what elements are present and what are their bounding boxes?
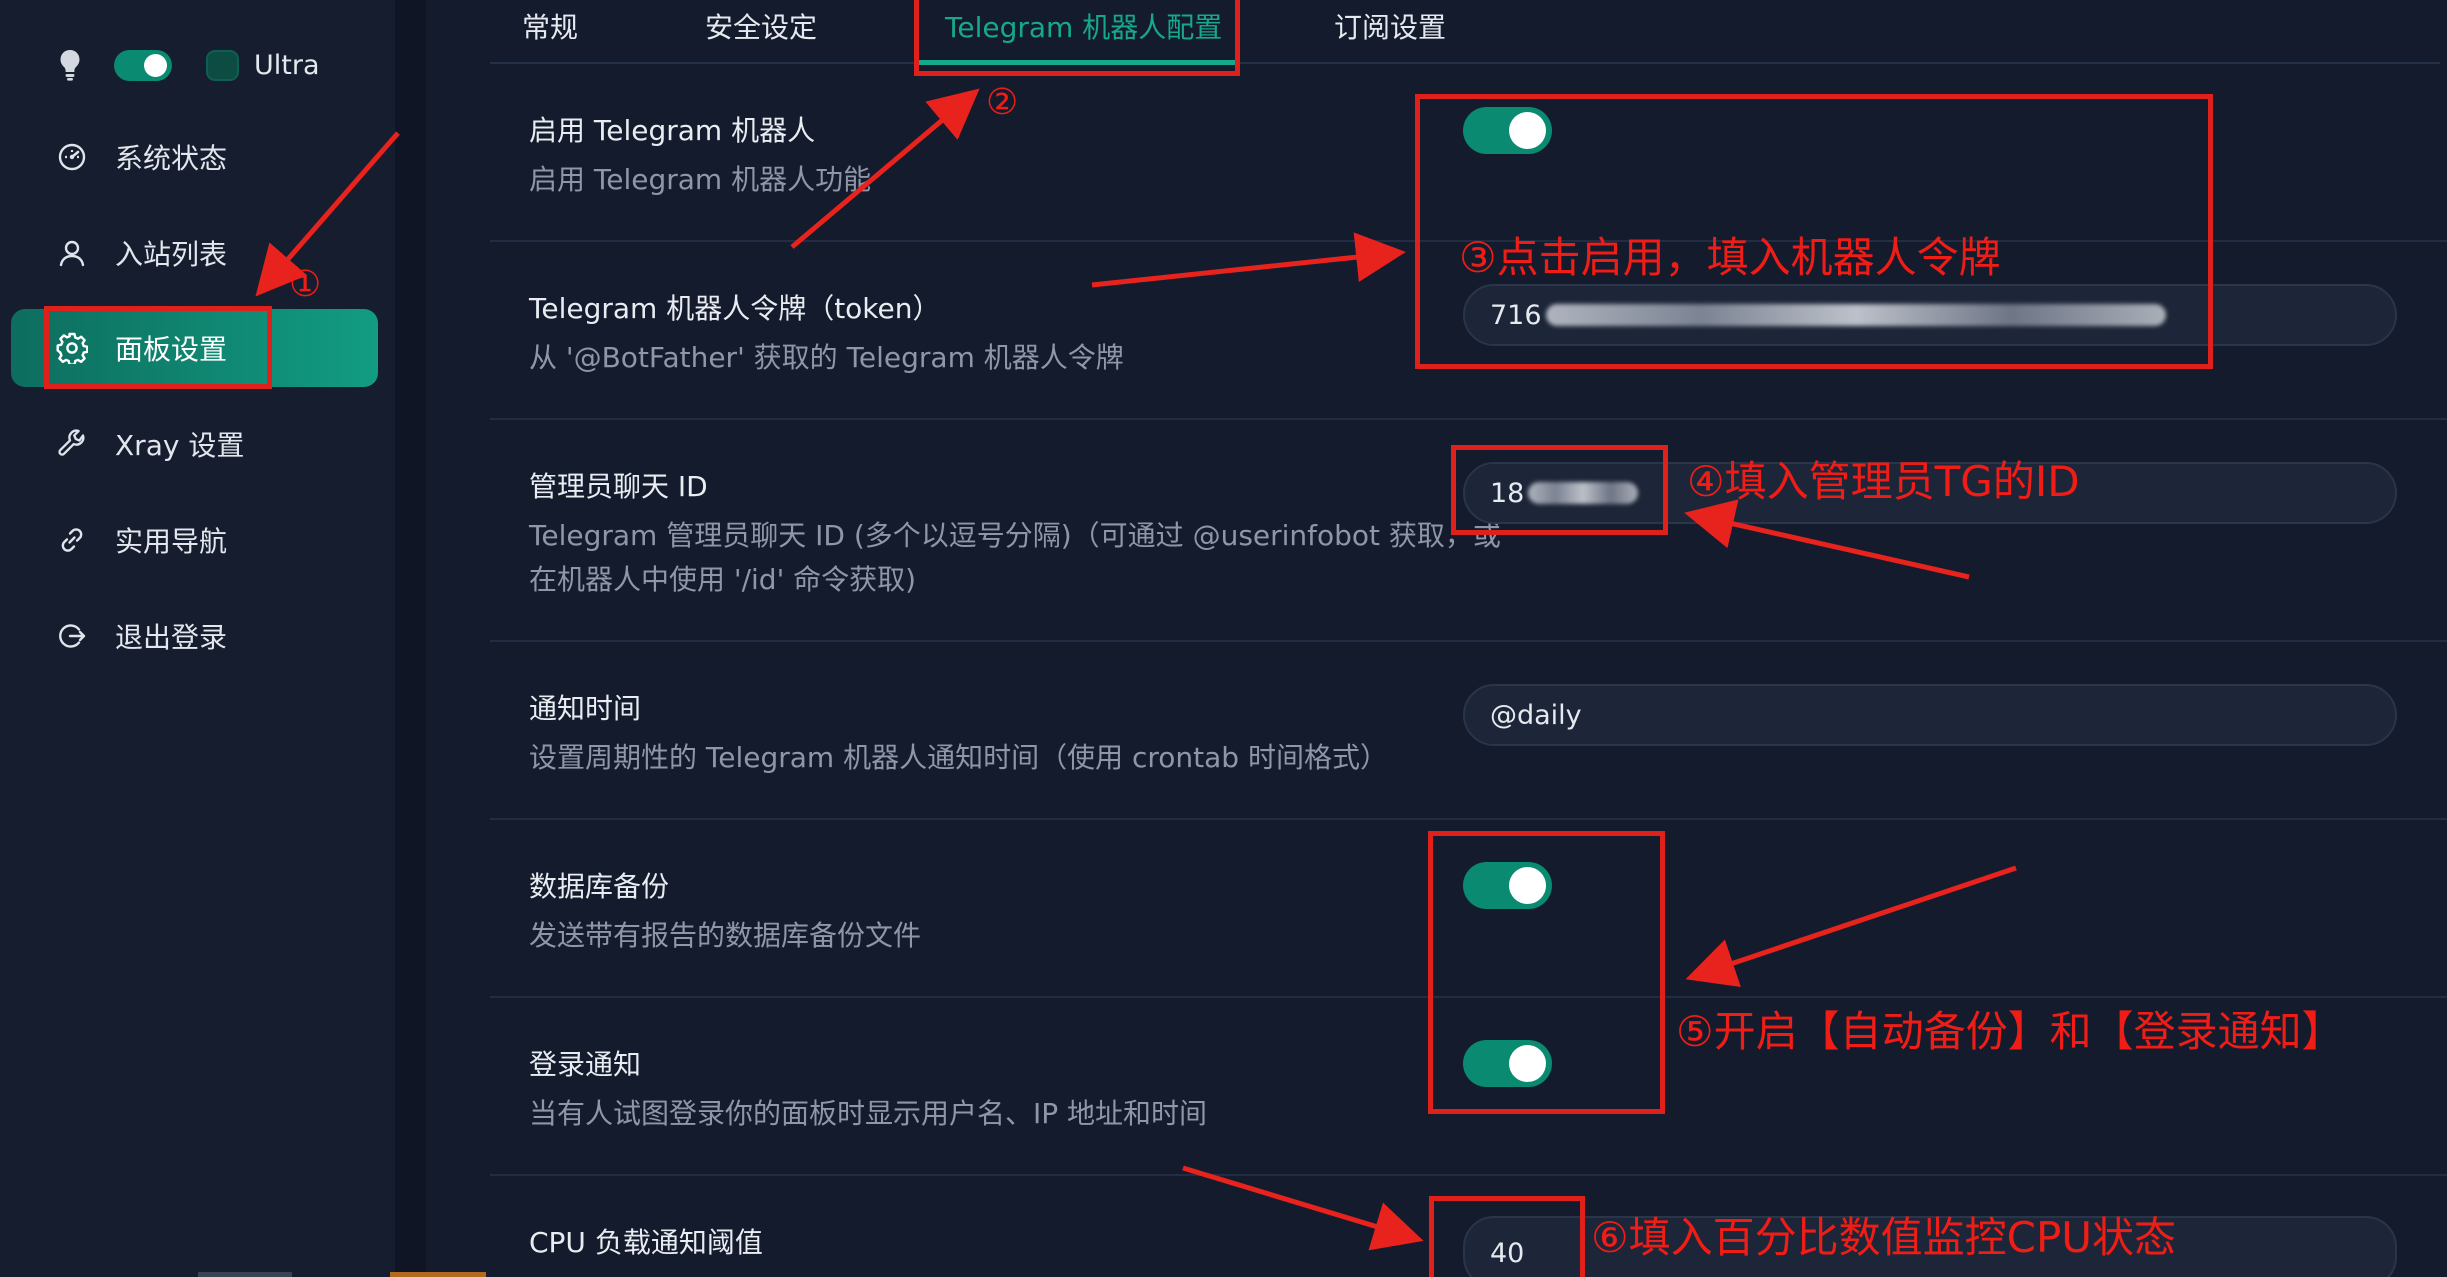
arrow-6 <box>1182 1165 1424 1251</box>
annotation-text-5: ⑤开启【自动备份】和【登录通知】 <box>1676 1007 2344 1056</box>
annotation-text-3: ③点击启用，填入机器人令牌 <box>1459 233 2001 282</box>
annotation-text-4: ④填入管理员TG的ID <box>1687 457 2080 506</box>
arrow-1 <box>255 131 400 297</box>
annotation-arrows <box>255 88 2017 1251</box>
arrow-3 <box>1091 232 1406 288</box>
annotation-text-6: ⑥填入百分比数值监控CPU状态 <box>1591 1213 2177 1262</box>
arrow-5 <box>1685 865 2017 987</box>
annotation-label-2: ② <box>986 82 1019 123</box>
arrow-2 <box>790 88 980 249</box>
arrow-4 <box>1684 499 1970 580</box>
annotation-label-1: ① <box>289 264 322 305</box>
